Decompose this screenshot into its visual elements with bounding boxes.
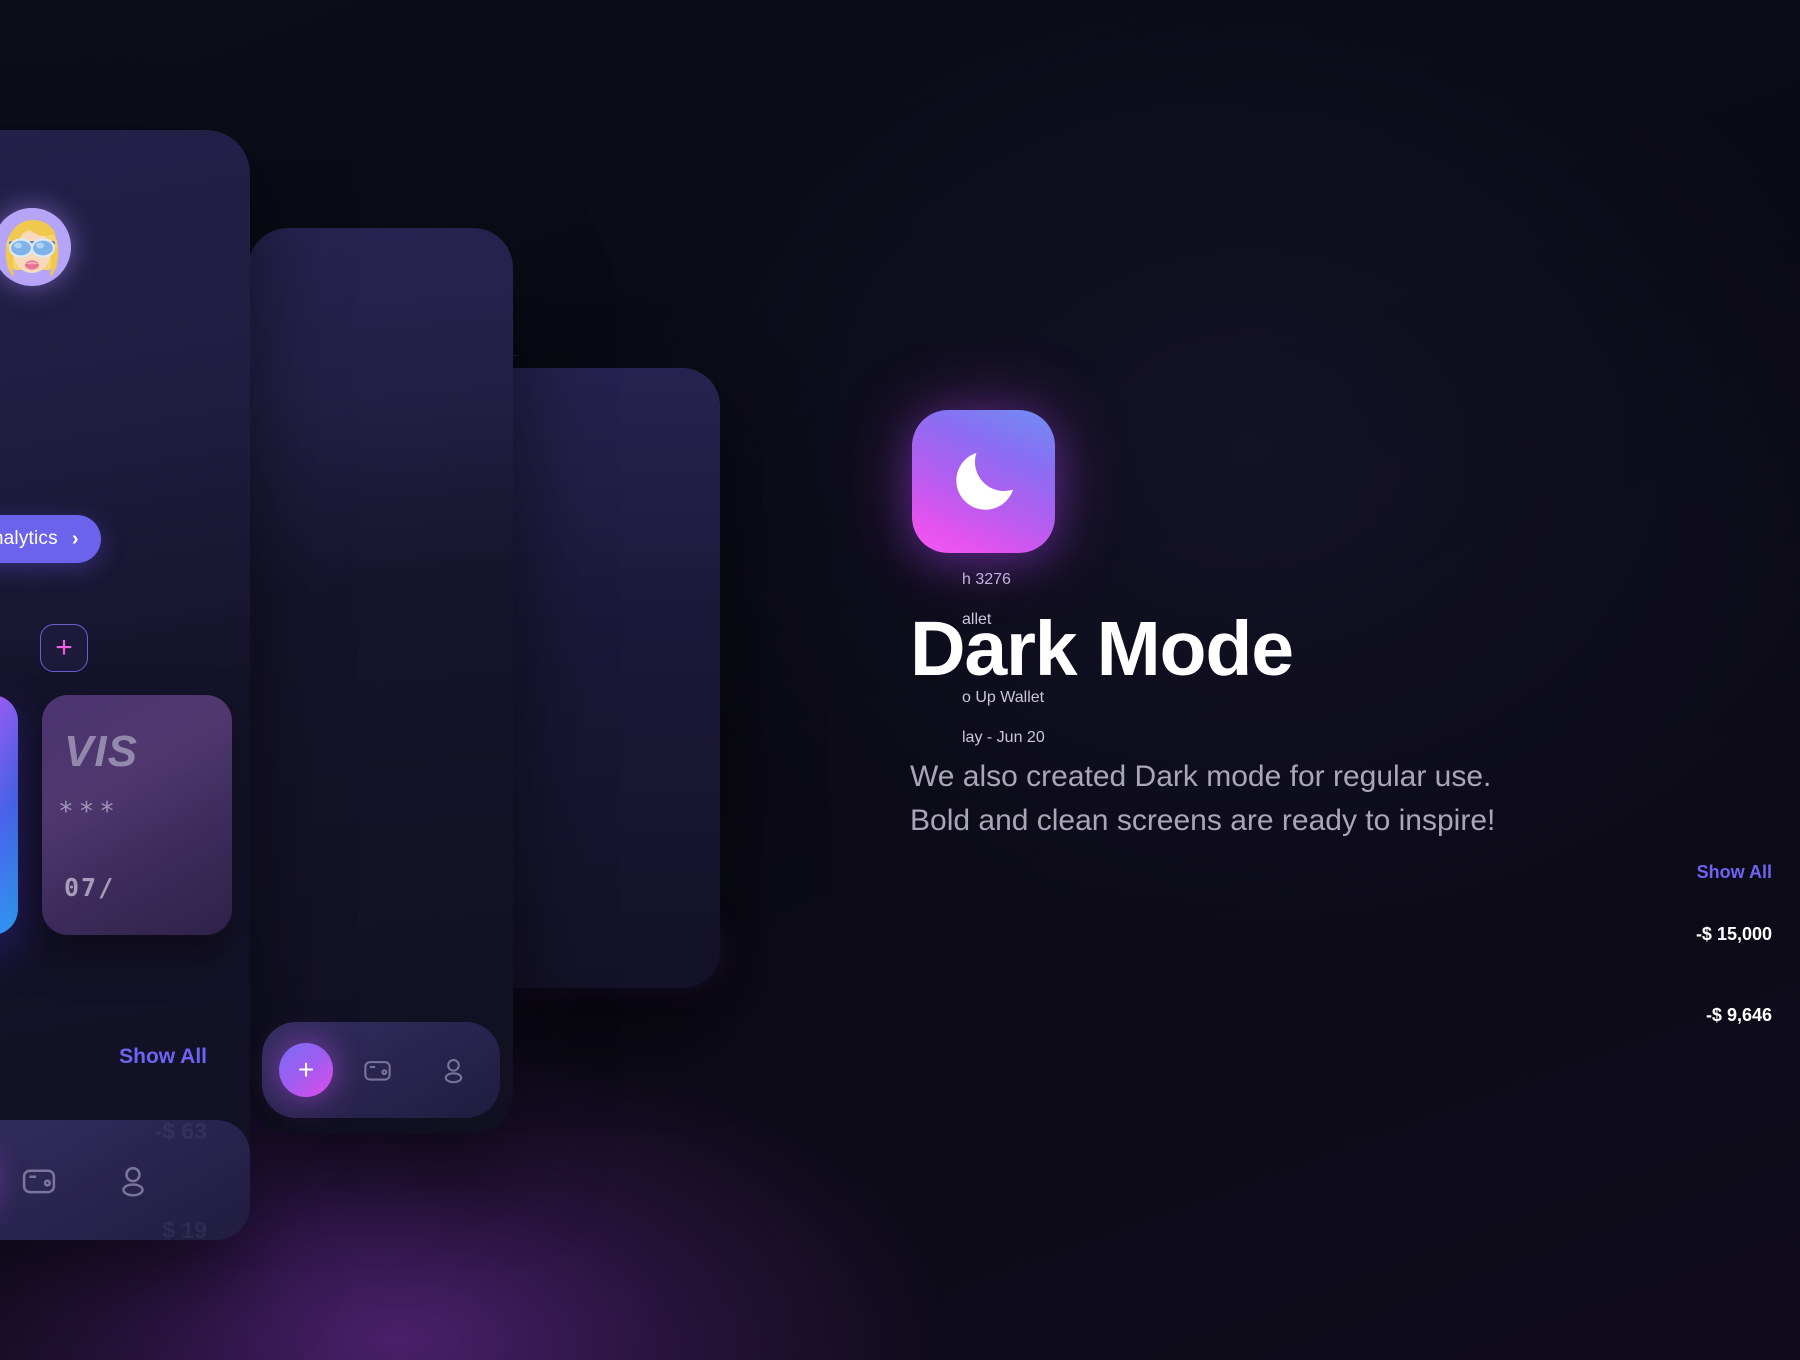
row-text: h 3276 [962,571,1011,588]
profile-icon[interactable] [438,1055,469,1086]
visa-logo: VIS [64,727,138,776]
moon-icon [912,410,1055,553]
wallet-icon[interactable] [362,1055,393,1086]
show-all-link[interactable]: Show All [1697,862,1772,883]
payment-card-primary[interactable]: * 3276 Show CVV [0,695,18,935]
bottom-nav-stats: + [262,1022,500,1118]
stats-row-amount: -$ 9,646 [1705,1005,1772,1025]
crescent-moon-glyph [955,452,1013,510]
plus-icon: + [55,631,73,664]
add-card-button[interactable]: + [40,624,88,672]
avatar-illustration [0,208,71,286]
show-all-link[interactable]: Show All [119,1045,207,1069]
add-transaction-fab[interactable]: + [279,1043,333,1097]
page-description: We also created Dark mode for regular us… [910,760,1496,838]
phone-home-screen: Analytics › + * 3276 Show CVV VIS *** 07… [0,130,250,1240]
stats-row-amount: -$ 15,000 [1695,924,1772,944]
row-text: lay - Jun 20 [962,729,1045,746]
wallet-icon[interactable] [20,1162,58,1200]
card-expiry: 07/ [64,873,116,902]
analytics-button[interactable]: Analytics › [0,515,101,563]
profile-icon[interactable] [114,1162,152,1200]
chevron-right-icon: › [71,528,79,550]
user-avatar[interactable] [0,208,71,286]
card-masked-number: *** [58,797,120,827]
phone-stats-screen [248,228,513,1133]
analytics-label: Analytics [0,528,58,549]
page-title: Dark Mode [910,606,1294,692]
bottom-nav-home: + [0,1120,250,1240]
payment-card-visa[interactable]: VIS *** 07/ [42,695,232,935]
plus-icon: + [297,1054,315,1085]
screenshot-root: Analytics › + * 3276 Show CVV VIS *** 07… [0,0,1800,1360]
